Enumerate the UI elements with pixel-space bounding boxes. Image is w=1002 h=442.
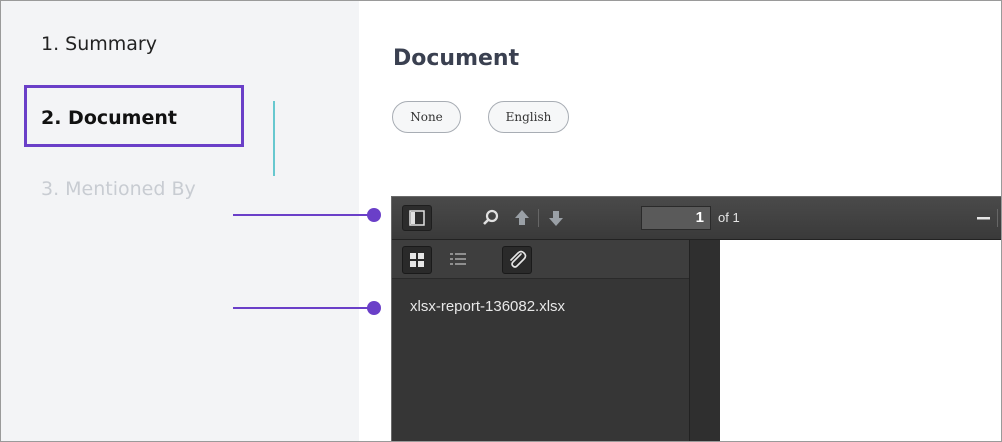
active-indicator-line	[273, 101, 275, 176]
viewer-toolbar: 1 of 1	[392, 197, 1001, 240]
search-icon[interactable]	[480, 207, 502, 229]
sidebar-toggle-button[interactable]	[402, 205, 432, 231]
tag-english[interactable]: English	[488, 101, 569, 133]
viewer-gutter	[690, 240, 720, 441]
sidebar-view-switcher	[392, 240, 689, 279]
toolbar-separator	[538, 209, 539, 227]
sidebar-toggle-icon	[409, 210, 425, 226]
thumbnails-button[interactable]	[402, 246, 432, 274]
next-page-icon[interactable]	[545, 207, 567, 229]
page-count-label: of 1	[718, 210, 740, 225]
section-nav: 1. Summary 2. Document 3. Mentioned By	[1, 1, 359, 441]
outline-icon	[450, 253, 466, 265]
paperclip-icon	[510, 250, 527, 268]
zoom-out-icon[interactable]	[975, 209, 993, 227]
viewer-sidebar: xlsx-report-136082.xlsx	[392, 240, 690, 441]
pdf-viewer: 1 of 1 xlsx-report-136082.xlsx	[391, 196, 1001, 441]
attachment-item[interactable]: xlsx-report-136082.xlsx	[410, 298, 565, 315]
toolbar-separator-right	[997, 209, 998, 227]
attachments-button[interactable]	[502, 246, 532, 274]
nav-item-mentioned-by[interactable]: 3. Mentioned By	[41, 178, 196, 200]
thumbnails-icon	[410, 253, 424, 267]
callout-dot-toolbar	[367, 208, 381, 222]
app-frame: 1. Summary 2. Document 3. Mentioned By D…	[0, 0, 1002, 442]
tag-none[interactable]: None	[392, 101, 461, 133]
nav-item-summary[interactable]: 1. Summary	[41, 33, 157, 55]
callout-dot-attachment	[367, 301, 381, 315]
document-page	[720, 240, 1001, 441]
outline-button[interactable]	[444, 246, 474, 274]
page-title: Document	[393, 46, 520, 71]
previous-page-icon[interactable]	[511, 207, 533, 229]
page-number-input[interactable]: 1	[641, 206, 711, 230]
callout-line-attachment	[233, 307, 373, 309]
callout-line-toolbar	[233, 214, 373, 216]
nav-item-document[interactable]: 2. Document	[41, 107, 177, 129]
